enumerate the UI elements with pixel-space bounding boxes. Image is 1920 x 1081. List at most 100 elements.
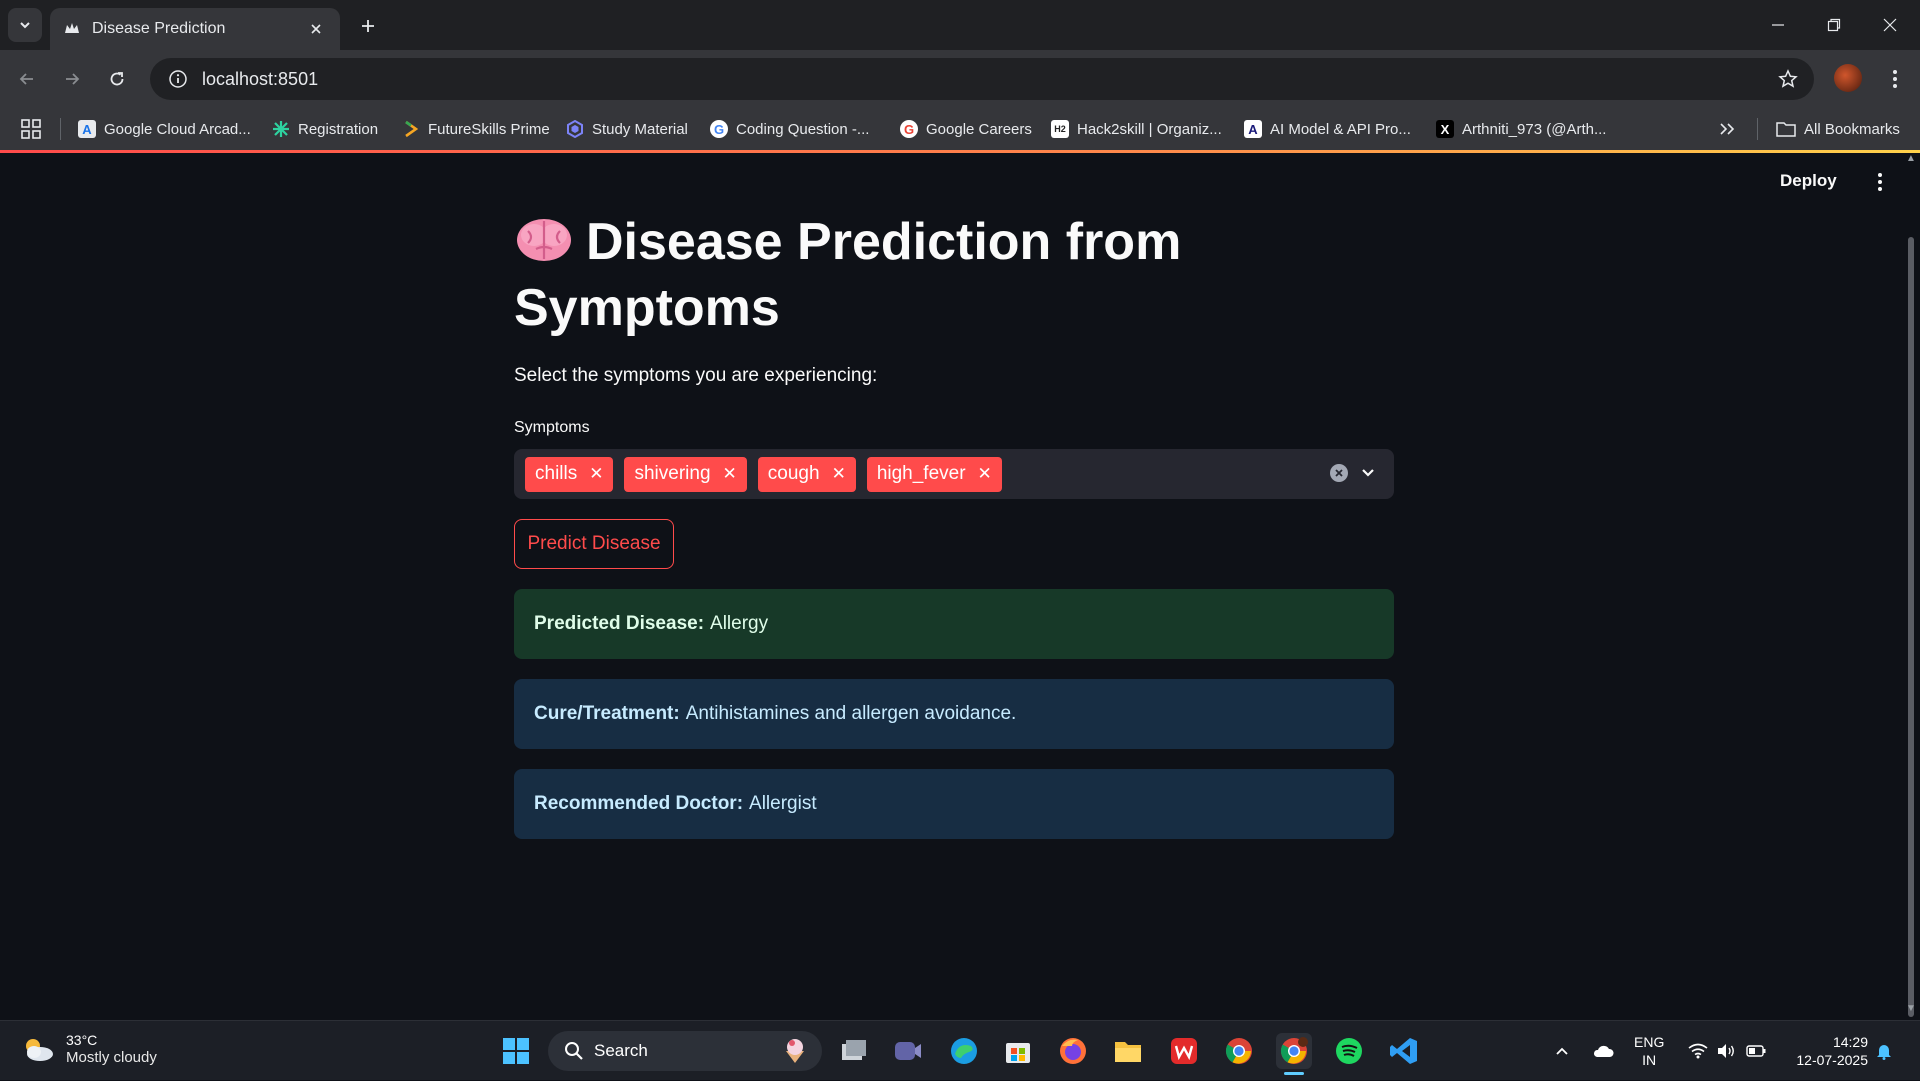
firefox-icon[interactable] (1055, 1033, 1091, 1069)
volume-icon[interactable] (1714, 1021, 1738, 1081)
predict-disease-button[interactable]: Predict Disease (514, 519, 674, 569)
back-button[interactable] (10, 62, 44, 96)
predicted-disease-value: Allergy (710, 613, 769, 634)
chevron-down-icon[interactable] (1358, 463, 1378, 483)
bookmark-item[interactable]: G Google Careers (900, 108, 1032, 150)
scroll-up-arrow[interactable]: ▲ (1906, 153, 1916, 164)
chrome-icon[interactable] (1221, 1033, 1257, 1069)
windows-start-button[interactable] (498, 1033, 534, 1069)
forward-button[interactable] (55, 62, 89, 96)
remove-chip-icon[interactable]: ✕ (832, 464, 846, 484)
symptoms-multiselect[interactable]: chills ✕ shivering ✕ cough ✕ high_fever … (514, 449, 1394, 499)
language-indicator[interactable]: ENG IN (1634, 1033, 1664, 1069)
close-window-button[interactable] (1862, 0, 1918, 50)
bookmark-label: Study Material (592, 120, 688, 138)
address-bar[interactable]: localhost:8501 (150, 58, 1814, 100)
recommended-doctor-alert: Recommended Doctor: Allergist (514, 769, 1394, 839)
bookmarks-bar: A Google Cloud Arcad... Registration Fut… (0, 108, 1920, 150)
arrow-left-icon (19, 73, 33, 85)
weather-description: Mostly cloudy (66, 1049, 157, 1066)
wifi-icon[interactable] (1686, 1021, 1710, 1081)
bookmark-item[interactable]: A Google Cloud Arcad... (78, 108, 251, 150)
bookmark-label: AI Model & API Pro... (1270, 120, 1411, 138)
wps-office-icon[interactable] (1166, 1033, 1202, 1069)
browser-tab-active[interactable]: Disease Prediction (50, 8, 340, 50)
weather-widget[interactable]: 33°C Mostly cloudy (20, 1031, 157, 1067)
edge-browser-icon[interactable] (946, 1033, 982, 1069)
symptom-chip: high_fever ✕ (866, 456, 1002, 492)
scroll-down-arrow[interactable]: ▼ (1906, 1003, 1916, 1014)
vscode-icon[interactable] (1386, 1033, 1422, 1069)
profile-avatar[interactable] (1834, 64, 1862, 92)
reload-icon (110, 72, 124, 86)
cure-treatment-label: Cure/Treatment: (534, 703, 680, 724)
scrollbar-thumb[interactable] (1908, 237, 1914, 1017)
microsoft-store-icon[interactable] (1000, 1033, 1036, 1069)
tab-close-icon[interactable] (306, 19, 326, 39)
remove-chip-icon[interactable]: ✕ (978, 464, 992, 484)
language-code: ENG (1634, 1034, 1665, 1050)
teams-meet-icon[interactable] (890, 1033, 926, 1069)
x-icon: X (1436, 120, 1454, 138)
arrow-right-icon (66, 73, 80, 85)
bookmark-item[interactable]: G Coding Question -... (710, 108, 869, 150)
active-app-indicator (1284, 1072, 1304, 1075)
clock-time: 14:29 (1832, 1034, 1868, 1050)
bookmark-item[interactable]: Study Material (566, 108, 688, 150)
remove-chip-icon[interactable]: ✕ (589, 464, 603, 484)
bookmark-label: FutureSkills Prime (428, 120, 550, 138)
spotify-icon[interactable] (1331, 1033, 1367, 1069)
google-icon: G (900, 120, 918, 138)
browser-tab-bar: Disease Prediction (0, 0, 1920, 50)
bookmark-item[interactable]: H2 Hack2skill | Organiz... (1051, 108, 1222, 150)
notification-bell-icon[interactable] (1872, 1021, 1896, 1081)
all-bookmarks-button[interactable]: All Bookmarks (1776, 108, 1900, 150)
restore-button[interactable] (1806, 0, 1862, 50)
bookmark-item[interactable]: FutureSkills Prime (402, 108, 550, 150)
apps-grid-icon[interactable] (20, 118, 42, 140)
bookmark-star-icon[interactable] (1776, 67, 1800, 91)
deploy-button[interactable]: Deploy (1780, 171, 1837, 191)
search-icon (565, 1042, 583, 1060)
system-clock[interactable]: 14:29 12-07-2025 (1788, 1033, 1868, 1069)
weather-temperature: 33°C (66, 1032, 98, 1048)
new-tab-button[interactable] (352, 10, 384, 42)
site-info-icon[interactable] (164, 65, 192, 93)
battery-icon[interactable] (1744, 1021, 1768, 1081)
folder-icon (1776, 122, 1796, 137)
taskbar-search-box[interactable]: Search (548, 1031, 822, 1071)
reload-button[interactable] (100, 62, 134, 96)
chip-label: high_fever (876, 463, 966, 484)
remove-chip-icon[interactable]: ✕ (723, 464, 737, 484)
task-view-icon[interactable] (836, 1033, 872, 1069)
recommended-doctor-label: Recommended Doctor: (534, 793, 744, 814)
minimize-button[interactable] (1750, 0, 1806, 50)
tab-title: Disease Prediction (92, 20, 226, 37)
bookmark-item[interactable]: A AI Model & API Pro... (1244, 108, 1411, 150)
tab-search-button[interactable] (8, 8, 42, 42)
streamlit-crown-icon (64, 21, 80, 37)
plus-icon (362, 20, 374, 32)
clear-all-icon[interactable] (1330, 464, 1348, 482)
tray-overflow-chevron-icon[interactable] (1550, 1021, 1574, 1081)
browser-menu-button[interactable] (1880, 64, 1910, 94)
predicted-disease-label: Predicted Disease: (534, 613, 705, 634)
browser-toolbar: localhost:8501 (0, 50, 1920, 108)
search-label: Search (594, 1041, 648, 1060)
page-title: Disease Prediction from Symptoms (514, 213, 1182, 337)
symptom-chip: chills ✕ (525, 456, 614, 492)
registration-icon (272, 120, 290, 138)
app-main-menu-button[interactable] (1868, 169, 1892, 195)
bookmarks-overflow-button[interactable] (1714, 116, 1740, 142)
chip-label: chills (535, 463, 578, 484)
cure-treatment-alert: Cure/Treatment: Antihistamines and aller… (514, 679, 1394, 749)
bookmark-item[interactable]: X Arthniti_973 (@Arth... (1436, 108, 1606, 150)
chevron-down-icon (20, 22, 30, 29)
divider (1757, 118, 1758, 140)
chrome-profile-active-icon[interactable] (1276, 1033, 1312, 1075)
bookmark-item[interactable]: Registration (272, 108, 378, 150)
cure-treatment-value: Antihistamines and allergen avoidance. (685, 703, 1017, 724)
file-explorer-icon[interactable] (1110, 1033, 1146, 1069)
recommended-doctor-value: Allergist (749, 793, 817, 814)
onedrive-cloud-icon[interactable] (1590, 1021, 1616, 1081)
